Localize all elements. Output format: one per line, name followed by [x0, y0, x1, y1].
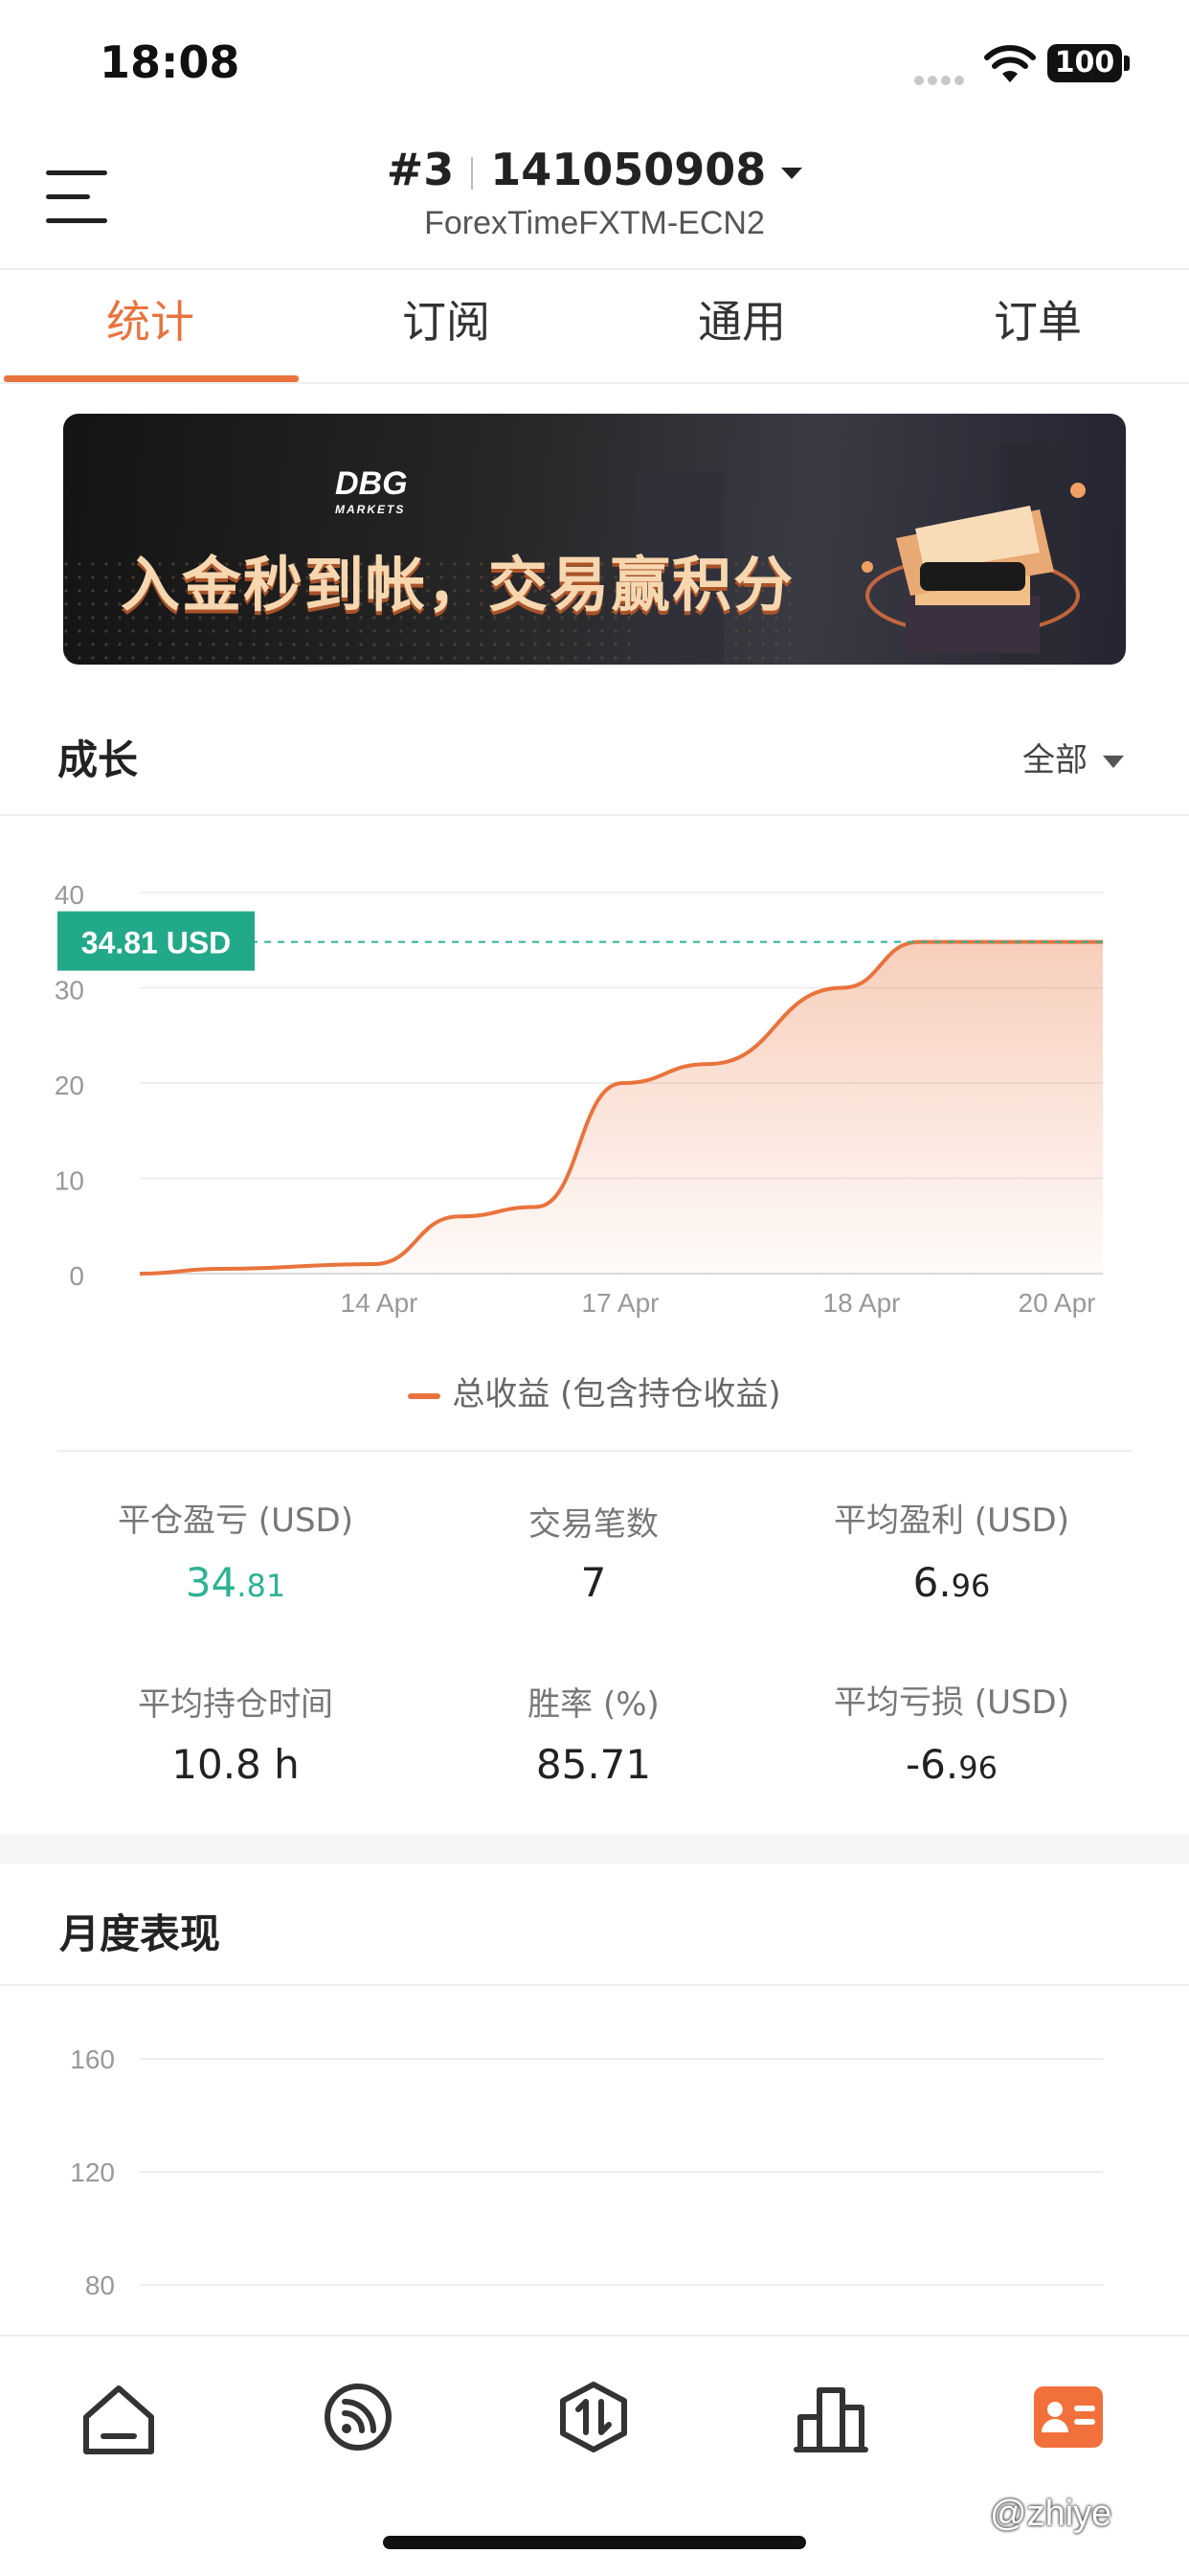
stat-value-trade-count: 7 [580, 1559, 607, 1606]
tab-underline [4, 375, 299, 382]
divider [0, 268, 1189, 270]
x-tick-label: 20 Apr [1019, 1288, 1096, 1318]
monthly-chart: 80 120 160 [70, 2045, 1103, 2300]
stat-value-avg-loss: -6.96 [906, 1741, 998, 1788]
stat-value-win-rate: 85.71 [535, 1741, 652, 1788]
server-name: ForexTimeFXTM-ECN2 [424, 205, 765, 241]
watermark: @zhiye [990, 2494, 1112, 2534]
growth-title: 成长 [57, 736, 139, 783]
x-tick-label: 17 Apr [582, 1288, 660, 1318]
y-tick-label: 80 [85, 2271, 115, 2300]
tab-general[interactable]: 通用 [594, 283, 890, 379]
ranking-icon[interactable] [783, 2369, 879, 2465]
y-tick-label: 20 [55, 1071, 84, 1100]
trade-icon[interactable] [546, 2369, 641, 2465]
banner-logo: DBG MARKETS [335, 465, 408, 516]
feed-icon[interactable] [310, 2369, 406, 2465]
battery-indicator: 100 [1047, 44, 1122, 82]
banner-headline: 入金秒到帐，交易赢积分 [121, 550, 796, 620]
tab-orders[interactable]: 订单 [889, 283, 1186, 379]
tab-subscribe[interactable]: 订阅 [298, 283, 594, 379]
divider [0, 814, 1189, 816]
stat-value-closed-pnl: 34.81 [185, 1559, 286, 1606]
stat-label-trade-count: 交易笔数 [528, 1505, 659, 1544]
chart-legend: 总收益 (包含持仓收益) [0, 1367, 1189, 1414]
legend-label: 总收益 (包含持仓收益) [452, 1375, 781, 1413]
x-tick-label: 14 Apr [341, 1288, 418, 1318]
y-tick-label: 0 [69, 1261, 84, 1291]
account-index: #3 [386, 144, 455, 195]
stat-label-avg-loss: 平均亏损 (USD) [834, 1683, 1069, 1722]
promo-banner[interactable]: DBG MARKETS 入金秒到帐，交易赢积分 [63, 414, 1126, 665]
section-separator [0, 1835, 1189, 1864]
stat-label-avg-hold-time: 平均持仓时间 [138, 1685, 333, 1724]
stat-label-avg-profit: 平均盈利 (USD) [834, 1502, 1069, 1540]
y-tick-label: 30 [55, 976, 84, 1006]
divider [0, 382, 1189, 384]
series-area [140, 941, 1103, 1274]
account-selector[interactable]: #3 141050908 [0, 144, 1189, 195]
stat-label-win-rate: 胜率 (%) [527, 1685, 660, 1724]
y-tick-label: 120 [70, 2158, 115, 2187]
account-card-icon[interactable] [1021, 2369, 1116, 2465]
growth-chart: 0 10 20 30 40 34.81 USD 14 Apr 17 Apr 18 Apr 20 A… [55, 880, 1103, 1318]
divider [57, 1450, 1132, 1452]
signal-icon [914, 71, 968, 89]
home-icon[interactable] [71, 2369, 167, 2465]
monthly-title: 月度表现 [59, 1910, 221, 1957]
account-number: 141050908 [490, 144, 767, 195]
x-tick-label: 18 Apr [823, 1288, 901, 1318]
growth-range-filter[interactable]: 全部 [1022, 734, 1124, 780]
stat-value-avg-profit: 6.96 [912, 1559, 991, 1606]
stat-label-closed-pnl: 平仓盈亏 (USD) [118, 1502, 353, 1540]
caret-down-icon [1103, 756, 1124, 768]
status-time: 18:08 [100, 36, 240, 88]
wifi-icon [984, 45, 1036, 82]
stat-value-avg-hold-time: 10.8 h [171, 1741, 300, 1788]
battery-tip [1124, 56, 1130, 71]
y-tick-label: 160 [70, 2045, 115, 2074]
divider [0, 1984, 1189, 1986]
gift-box-icon [862, 483, 1086, 653]
y-tick-label: 10 [55, 1166, 84, 1196]
legend-swatch [408, 1392, 441, 1399]
current-value-label: 34.81 USD [81, 926, 232, 960]
caret-down-icon [781, 167, 803, 179]
tab-statistics[interactable]: 统计 [2, 283, 299, 379]
y-tick-label: 40 [55, 880, 84, 910]
home-indicator[interactable] [383, 2536, 806, 2549]
